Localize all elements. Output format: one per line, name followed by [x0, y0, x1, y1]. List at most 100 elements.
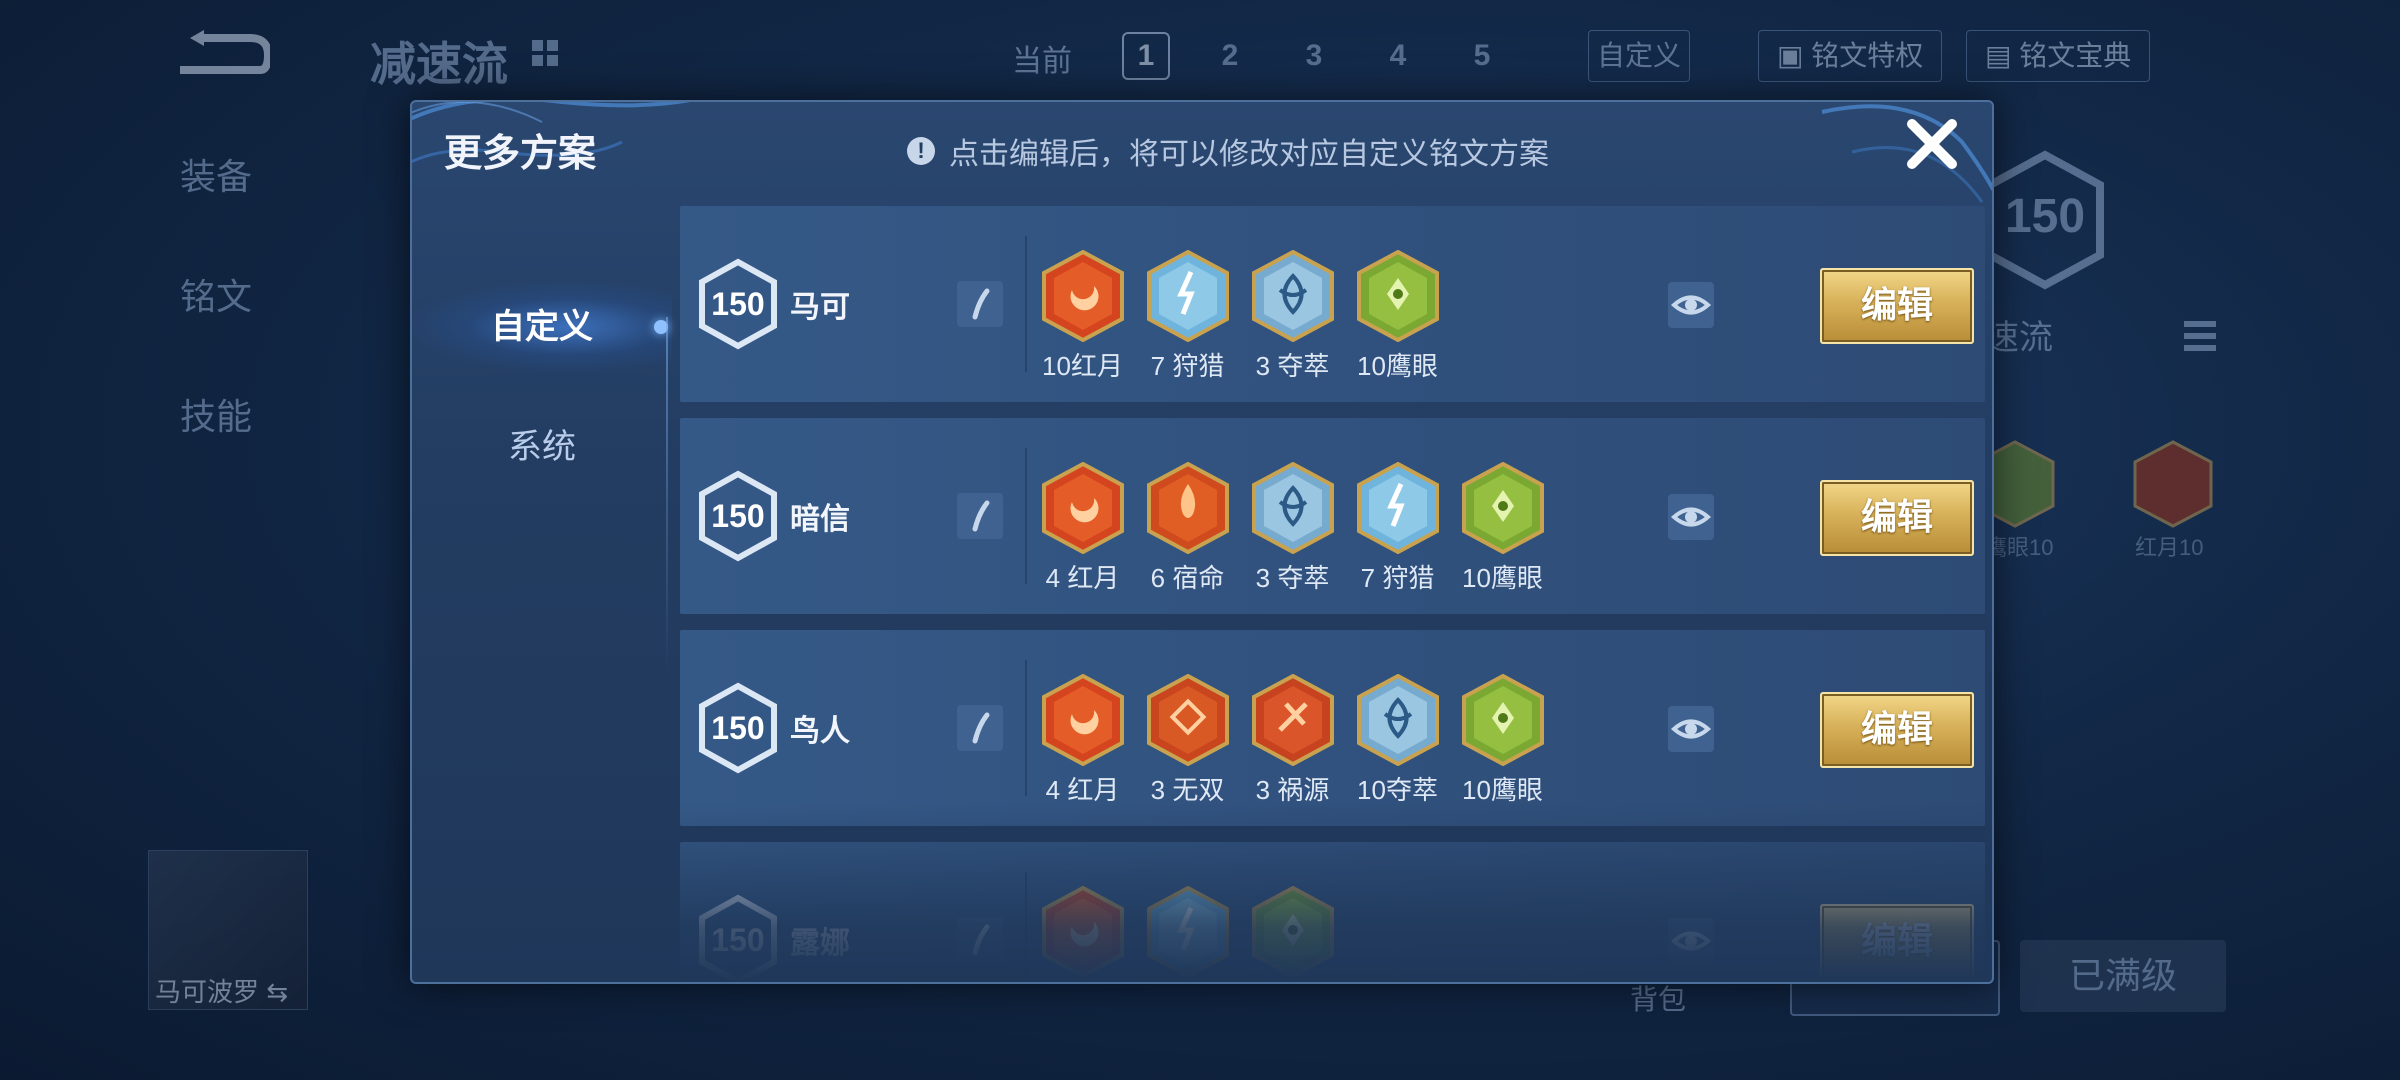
notice-text: ! 点击编辑后，将可以修改对应自定义铭文方案: [907, 129, 1549, 173]
row-divider: [1025, 660, 1027, 796]
page-tab-1[interactable]: 1: [1122, 32, 1170, 80]
rune-slot[interactable]: [1135, 886, 1240, 982]
rune-book-label: 铭文宝典: [2019, 40, 2132, 71]
side-nav-runes[interactable]: 铭文: [180, 268, 252, 320]
rename-pencil-icon[interactable]: [957, 917, 1003, 963]
rune-label: 10鹰眼: [1462, 775, 1543, 805]
plan-row[interactable]: 150 鸟人 4 红月 3 无双 3 祸源 10夺萃 10鹰眼 编辑: [680, 630, 1985, 826]
exclamation-icon: !: [907, 137, 935, 165]
rune-label: 3 夺萃: [1255, 351, 1330, 381]
plan-row[interactable]: 150 马可 10红月 7 狩猎 3 夺萃 10鹰眼 编辑: [680, 206, 1985, 402]
tab-divider-line: [666, 317, 668, 677]
seize-rune-icon: [1357, 674, 1439, 766]
max-level-button: 已满级: [2020, 940, 2226, 1012]
hawk-eye-rune-icon: [1462, 462, 1544, 554]
rename-pencil-icon[interactable]: [957, 705, 1003, 751]
rune-privilege-button[interactable]: ▣ 铭文特权: [1758, 30, 1943, 82]
eye-icon[interactable]: [1668, 706, 1714, 752]
edit-button[interactable]: 编辑: [1820, 268, 1974, 344]
eye-icon[interactable]: [1668, 282, 1714, 328]
rune-slot[interactable]: 10鹰眼: [1450, 674, 1555, 824]
rune-label: 3 祸源: [1255, 775, 1330, 805]
rune-book-button[interactable]: ▤ 铭文宝典: [1966, 30, 2151, 82]
rune-slot[interactable]: 3 夺萃: [1240, 250, 1345, 400]
fate-rune-icon: [1147, 462, 1229, 554]
rune-slot[interactable]: 10红月: [1030, 250, 1135, 400]
back-arrow-icon[interactable]: [170, 30, 270, 80]
rune-slot[interactable]: 10夺萃: [1345, 674, 1450, 824]
rune-slot[interactable]: 10鹰眼: [1450, 462, 1555, 612]
page-tab-2[interactable]: 2: [1206, 32, 1254, 80]
tab-custom-label: 自定义: [491, 308, 593, 346]
seize-rune-icon: [1252, 250, 1334, 342]
rune-label: 4 红月: [1045, 775, 1120, 805]
rune-label: 10鹰眼: [1357, 351, 1438, 381]
rename-pencil-icon[interactable]: [957, 281, 1003, 327]
rune-label: 3 夺萃: [1255, 563, 1330, 593]
tab-custom[interactable]: 自定义: [412, 282, 672, 372]
rune-slot[interactable]: [1030, 886, 1135, 982]
rune-level-number: 150: [2005, 190, 2085, 243]
hero-name: 马可波罗 ⇆: [155, 977, 289, 1007]
page-tab-3[interactable]: 3: [1290, 32, 1338, 80]
tab-system[interactable]: 系统: [412, 402, 672, 492]
plan-name: 马可: [790, 291, 850, 324]
rune-slot[interactable]: 3 夺萃: [1240, 462, 1345, 612]
side-nav-skills[interactable]: 技能: [180, 388, 252, 440]
rune-level-hex-icon: 150: [1986, 150, 2104, 290]
page-tab-4[interactable]: 4: [1374, 32, 1422, 80]
plan-name: 鸟人: [790, 715, 850, 748]
peek-rune-label: 红月10: [2135, 535, 2204, 560]
rune-set: 10红月 7 狩猎 3 夺萃 10鹰眼: [1030, 250, 1450, 400]
row-divider: [1025, 236, 1027, 372]
plan-row[interactable]: 150 露娜 编辑: [680, 842, 1985, 982]
custom-button[interactable]: 自定义: [1588, 30, 1690, 82]
hunt-rune-icon: [1147, 886, 1229, 978]
side-nav-equipment[interactable]: 装备: [180, 148, 252, 200]
plan-list[interactable]: 150 马可 10红月 7 狩猎 3 夺萃 10鹰眼 编辑 150 暗信 4 红月 6 宿命 3 夺萃…: [680, 206, 1985, 982]
edit-button[interactable]: 编辑: [1820, 480, 1974, 556]
rune-label: 6 宿命: [1150, 563, 1225, 593]
rune-slot[interactable]: 3 无双: [1135, 674, 1240, 824]
rune-slot[interactable]: [1240, 886, 1345, 982]
dialog-title: 更多方案: [444, 133, 597, 175]
hunt-rune-icon: [1357, 462, 1439, 554]
eye-icon[interactable]: [1668, 918, 1714, 964]
eye-icon[interactable]: [1668, 494, 1714, 540]
edit-button[interactable]: 编辑: [1820, 692, 1974, 768]
hawk-eye-rune-icon: [1357, 250, 1439, 342]
edit-button[interactable]: 编辑: [1820, 904, 1974, 980]
seize-rune-icon: [1252, 462, 1334, 554]
rune-slot[interactable]: 4 红月: [1030, 674, 1135, 824]
rune-slot[interactable]: 6 宿命: [1135, 462, 1240, 612]
page-tab-5[interactable]: 5: [1458, 32, 1506, 80]
rename-pencil-icon[interactable]: [957, 493, 1003, 539]
red-moon-rune-icon: [1042, 250, 1124, 342]
current-label: 当前: [1012, 45, 1072, 78]
rune-slot[interactable]: 7 狩猎: [1135, 250, 1240, 400]
rune-level-number: 150: [711, 286, 765, 322]
rune-label: 7 狩猎: [1150, 351, 1225, 381]
rune-slot[interactable]: 10鹰眼: [1345, 250, 1450, 400]
plan-row[interactable]: 150 暗信 4 红月 6 宿命 3 夺萃 7 狩猎 10鹰眼 编辑: [680, 418, 1985, 614]
rune-level-number: 150: [711, 710, 765, 746]
rune-slot[interactable]: 4 红月: [1030, 462, 1135, 612]
rune-label: 7 狩猎: [1360, 563, 1435, 593]
rune-slot[interactable]: 3 祸源: [1240, 674, 1345, 824]
more-plans-dialog: 更多方案 ! 点击编辑后，将可以修改对应自定义铭文方案 自定义 系统 150 马可…: [410, 100, 1994, 984]
red-moon-rune-icon: [1042, 462, 1124, 554]
plan-name: 露娜: [790, 927, 850, 960]
close-icon[interactable]: [1902, 114, 1962, 174]
hunt-rune-icon: [1147, 250, 1229, 342]
rune-level-number: 150: [711, 498, 765, 534]
red-moon-rune-icon: [1042, 674, 1124, 766]
row-divider: [1025, 448, 1027, 584]
red-moon-rune-icon: [2133, 440, 2213, 528]
plan-category-tabs: 自定义 系统: [412, 207, 672, 982]
menu-lines-icon[interactable]: [2178, 315, 2222, 359]
rune-label: 10红月: [1042, 351, 1123, 381]
grid-icon[interactable]: [530, 38, 560, 68]
rune-slot[interactable]: 7 狩猎: [1345, 462, 1450, 612]
row-divider: [1025, 872, 1027, 982]
calamity-rune-icon: [1252, 674, 1334, 766]
